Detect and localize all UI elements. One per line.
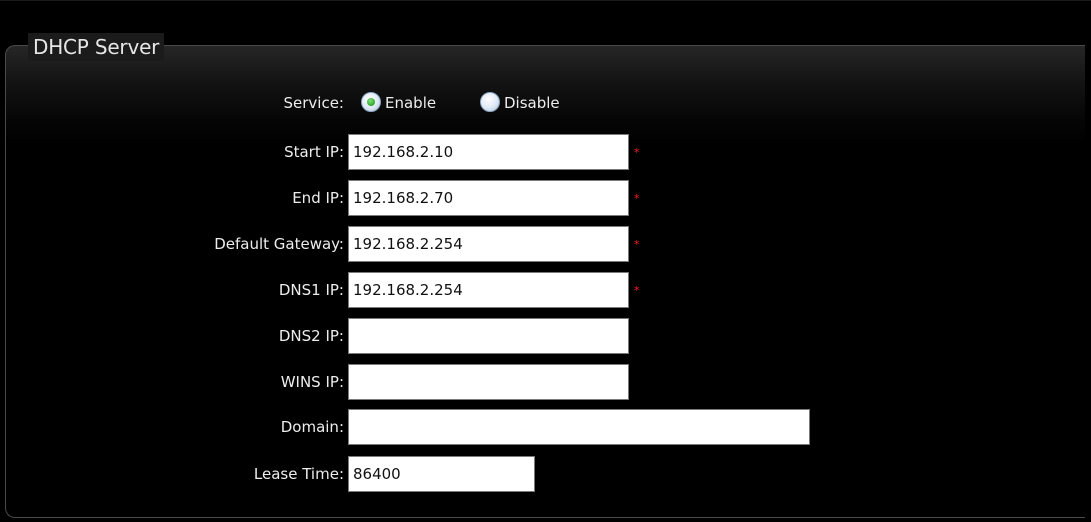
- wins-ip-input[interactable]: [348, 364, 629, 400]
- section-title: DHCP Server: [28, 33, 165, 61]
- default-gateway-input[interactable]: 192.168.2.254: [348, 226, 629, 262]
- lease-time-label: Lease Time:: [253, 465, 344, 483]
- start-ip-input[interactable]: 192.168.2.10: [348, 134, 629, 170]
- service-enable-radio[interactable]: [361, 92, 381, 112]
- dns1-ip-label: DNS1 IP:: [278, 281, 344, 299]
- radio-selected-dot: [367, 98, 375, 106]
- service-enable-label[interactable]: Enable: [385, 93, 436, 113]
- end-ip-label: End IP:: [292, 189, 344, 207]
- service-disable-radio[interactable]: [480, 92, 500, 112]
- dns1-ip-input[interactable]: 192.168.2.254: [348, 272, 629, 308]
- wins-ip-label: WINS IP:: [280, 373, 344, 391]
- service-disable-label[interactable]: Disable: [504, 93, 560, 113]
- start-ip-label: Start IP:: [284, 143, 344, 161]
- dns2-ip-input[interactable]: [348, 318, 629, 354]
- lease-time-input[interactable]: 86400: [348, 456, 535, 492]
- default-gateway-required-mark: *: [634, 238, 640, 251]
- default-gateway-label: Default Gateway:: [214, 235, 344, 253]
- service-label: Service:: [283, 94, 345, 112]
- dns1-ip-required-mark: *: [634, 284, 640, 297]
- dns2-ip-label: DNS2 IP:: [278, 327, 344, 345]
- domain-label: Domain:: [280, 418, 344, 436]
- start-ip-required-mark: *: [634, 146, 640, 159]
- end-ip-required-mark: *: [634, 192, 640, 205]
- end-ip-input[interactable]: 192.168.2.70: [348, 180, 629, 216]
- screen: DHCP Server Service: Enable Disable Star…: [0, 0, 1091, 522]
- domain-input[interactable]: [348, 409, 810, 445]
